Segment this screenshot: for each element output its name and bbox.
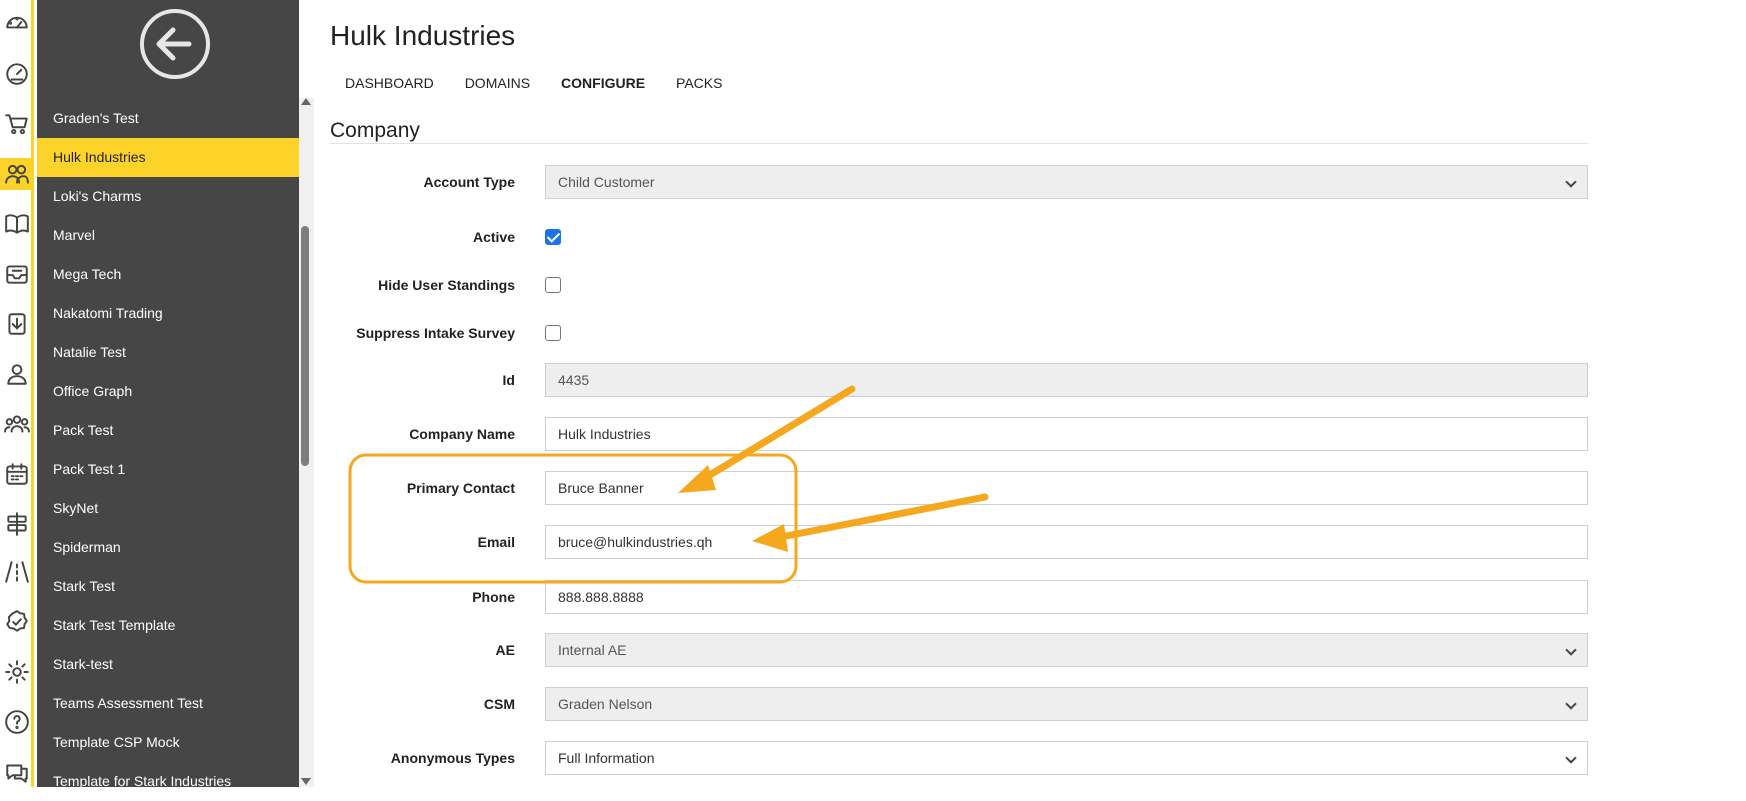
gear-icon[interactable] (3, 658, 31, 686)
chat-icon[interactable] (3, 758, 31, 786)
sidebar-item-pack-test-1[interactable]: Pack Test 1 (37, 450, 299, 489)
sidebar-item-stark-test[interactable]: Stark Test (37, 567, 299, 606)
user-icon[interactable] (3, 360, 31, 388)
tab-packs[interactable]: PACKS (676, 75, 722, 91)
phone-input[interactable]: 888.888.8888 (545, 580, 1588, 614)
section-divider (330, 143, 1588, 144)
ae-select[interactable]: Internal AE (545, 633, 1588, 667)
page-title: Hulk Industries (330, 20, 516, 51)
scrollbar-thumb[interactable] (301, 226, 309, 466)
phone-label: Phone (472, 589, 515, 605)
sidebar-item-spiderman[interactable]: Spiderman (37, 528, 299, 567)
cart-icon[interactable] (3, 110, 31, 138)
hide-user-standings-label: Hide User Standings (378, 277, 515, 293)
sidebar-scrollbar[interactable] (299, 98, 314, 787)
primary-contact-label: Primary Contact (406, 480, 515, 496)
icon-rail (0, 0, 34, 787)
primary-contact-input[interactable]: Bruce Banner (545, 471, 1588, 505)
tab-configure[interactable]: CONFIGURE (561, 75, 645, 91)
sidebar-item-office-graph[interactable]: Office Graph (37, 372, 299, 411)
account-type-select[interactable]: Child Customer (545, 165, 1588, 199)
tab-dashboard[interactable]: DASHBOARD (345, 75, 434, 91)
inbox-icon[interactable] (3, 260, 31, 288)
sidebar-item-stark-test-2[interactable]: Stark-test (37, 645, 299, 684)
suppress-intake-survey-row: Suppress Intake Survey (330, 316, 1590, 350)
sidebar-item-stark-test-template[interactable]: Stark Test Template (37, 606, 299, 645)
account-type-label: Account Type (423, 174, 515, 190)
sidebar-item-template-csp-mock[interactable]: Template CSP Mock (37, 723, 299, 762)
scroll-up-arrow[interactable] (301, 98, 311, 105)
id-field: 4435 (545, 363, 1588, 397)
dashboard-gauge-icon[interactable] (3, 8, 31, 36)
sidebar-item-mega-tech[interactable]: Mega Tech (37, 255, 299, 294)
book-icon[interactable] (3, 210, 31, 238)
active-label: Active (472, 229, 515, 245)
csm-label: CSM (483, 696, 515, 712)
sidebar-item-gradens-test[interactable]: Graden's Test (37, 99, 299, 138)
sidebar-item-marvel[interactable]: Marvel (37, 216, 299, 255)
road-icon[interactable] (3, 558, 31, 586)
calendar-icon[interactable] (3, 460, 31, 488)
sidebar-item-lokis-charms[interactable]: Loki's Charms (37, 177, 299, 216)
section-title: Company (330, 119, 420, 142)
sidebar-item-teams-assessment-test[interactable]: Teams Assessment Test (37, 684, 299, 723)
back-arrow-icon[interactable] (139, 8, 211, 80)
id-label: Id (502, 372, 515, 388)
id-row: Id 4435 (330, 363, 1590, 397)
customer-sidebar: Graden's Test Hulk Industries Loki's Cha… (37, 0, 299, 789)
sidebar-item-template-for-stark-industries[interactable]: Template for Stark Industries (37, 762, 299, 801)
sidebar-item-skynet[interactable]: SkyNet (37, 489, 299, 528)
scroll-down-arrow[interactable] (301, 778, 311, 785)
hide-user-standings-row: Hide User Standings (330, 268, 1590, 302)
download-doc-icon[interactable] (3, 310, 31, 338)
users-icon[interactable] (0, 158, 34, 190)
suppress-intake-survey-label: Suppress Intake Survey (356, 325, 515, 341)
ae-row: AE Internal AE (330, 633, 1590, 667)
customer-list: Graden's Test Hulk Industries Loki's Cha… (37, 99, 299, 801)
sidebar-item-hulk-industries[interactable]: Hulk Industries (37, 138, 299, 177)
tab-domains[interactable]: DOMAINS (465, 75, 530, 91)
signpost-icon[interactable] (3, 510, 31, 538)
account-type-row: Account Type Child Customer (330, 165, 1590, 199)
active-row: Active (330, 220, 1590, 254)
anonymous-types-row: Anonymous Types Full Information (330, 741, 1590, 775)
anonymous-types-label: Anonymous Types (390, 750, 515, 766)
suppress-intake-survey-checkbox[interactable] (545, 325, 561, 341)
email-input[interactable]: bruce@hulkindustries.qh (545, 525, 1588, 559)
csm-row: CSM Graden Nelson (330, 687, 1590, 721)
speedometer-icon[interactable] (3, 59, 31, 87)
badge-check-icon[interactable] (3, 608, 31, 636)
ae-label: AE (495, 642, 515, 658)
company-name-label: Company Name (409, 426, 515, 442)
anonymous-types-select[interactable]: Full Information (545, 741, 1588, 775)
sidebar-item-nakatomi-trading[interactable]: Nakatomi Trading (37, 294, 299, 333)
sidebar-item-pack-test[interactable]: Pack Test (37, 411, 299, 450)
email-label: Email (477, 534, 515, 550)
team-icon[interactable] (3, 410, 31, 438)
sidebar-item-natalie-test[interactable]: Natalie Test (37, 333, 299, 372)
company-name-input[interactable]: Hulk Industries (545, 417, 1588, 451)
active-checkbox[interactable] (545, 229, 561, 245)
hide-user-standings-checkbox[interactable] (545, 277, 561, 293)
email-row: Email bruce@hulkindustries.qh (330, 525, 1590, 559)
csm-select[interactable]: Graden Nelson (545, 687, 1588, 721)
phone-row: Phone 888.888.8888 (330, 580, 1590, 614)
help-icon[interactable] (3, 708, 31, 736)
company-name-row: Company Name Hulk Industries (330, 417, 1590, 451)
tab-bar: DASHBOARD DOMAINS CONFIGURE PACKS (345, 75, 753, 91)
primary-contact-row: Primary Contact Bruce Banner (330, 471, 1590, 505)
